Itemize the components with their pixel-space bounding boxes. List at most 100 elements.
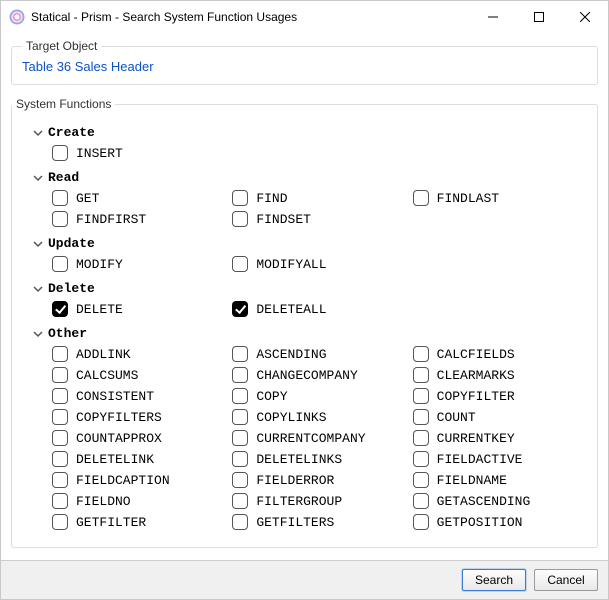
close-button[interactable] (562, 1, 608, 33)
checkbox[interactable] (52, 145, 68, 161)
function-item[interactable]: ASCENDING (232, 345, 402, 363)
function-item[interactable]: FINDSET (232, 210, 402, 228)
function-item[interactable]: MODIFYALL (232, 255, 402, 273)
function-label: CURRENTCOMPANY (256, 431, 365, 446)
function-label: GETASCENDING (437, 494, 531, 509)
checkbox[interactable] (232, 514, 248, 530)
function-item[interactable]: FIND (232, 189, 402, 207)
checkbox[interactable] (52, 388, 68, 404)
function-label: FIELDCAPTION (76, 473, 170, 488)
function-item[interactable]: GETFILTERS (232, 513, 402, 531)
checkbox[interactable] (52, 472, 68, 488)
checkbox[interactable] (413, 514, 429, 530)
function-item[interactable]: DELETELINK (52, 450, 222, 468)
function-item[interactable]: FIELDCAPTION (52, 471, 222, 489)
checkbox[interactable] (413, 493, 429, 509)
function-item[interactable]: CURRENTCOMPANY (232, 429, 402, 447)
category-header[interactable]: Update (32, 234, 583, 253)
checkbox[interactable] (52, 211, 68, 227)
function-item[interactable]: DELETE (52, 300, 222, 318)
target-object-link[interactable]: Table 36 Sales Header (22, 59, 154, 74)
function-item[interactable]: GETASCENDING (413, 492, 583, 510)
function-item[interactable]: FIELDNO (52, 492, 222, 510)
function-label: FINDLAST (437, 191, 499, 206)
checkbox[interactable] (232, 190, 248, 206)
checkbox[interactable] (232, 472, 248, 488)
function-item[interactable]: GET (52, 189, 222, 207)
function-item[interactable]: COUNT (413, 408, 583, 426)
checkbox[interactable] (52, 493, 68, 509)
checkbox[interactable] (232, 409, 248, 425)
function-item[interactable]: FIELDNAME (413, 471, 583, 489)
checkbox[interactable] (413, 451, 429, 467)
checkbox[interactable] (232, 256, 248, 272)
function-item[interactable]: CLEARMARKS (413, 366, 583, 384)
checkbox[interactable] (52, 514, 68, 530)
checkbox[interactable] (232, 346, 248, 362)
function-item[interactable]: FINDLAST (413, 189, 583, 207)
checkbox[interactable] (413, 409, 429, 425)
window-controls (470, 1, 608, 33)
function-item[interactable]: GETFILTER (52, 513, 222, 531)
function-item[interactable]: ADDLINK (52, 345, 222, 363)
category-create: Create INSERT (32, 123, 583, 166)
function-item[interactable]: CHANGECOMPANY (232, 366, 402, 384)
checkbox[interactable] (52, 367, 68, 383)
checkbox[interactable] (413, 472, 429, 488)
function-item[interactable]: COUNTAPPROX (52, 429, 222, 447)
function-label: GET (76, 191, 99, 206)
function-label: FIELDERROR (256, 473, 334, 488)
checkbox[interactable] (413, 346, 429, 362)
function-item[interactable]: DELETEALL (232, 300, 402, 318)
checkbox[interactable] (413, 430, 429, 446)
checkbox[interactable] (232, 388, 248, 404)
cancel-button[interactable]: Cancel (534, 569, 598, 591)
function-label: CONSISTENT (76, 389, 154, 404)
category-header[interactable]: Read (32, 168, 583, 187)
functions-scroll-area[interactable]: Create INSERT Read GET FIND FINDLAST FINDFIRST… (22, 117, 587, 537)
maximize-button[interactable] (516, 1, 562, 33)
checkbox[interactable] (52, 346, 68, 362)
checkbox[interactable] (52, 301, 68, 317)
function-label: FIELDNO (76, 494, 131, 509)
checkbox[interactable] (52, 256, 68, 272)
checkbox[interactable] (232, 451, 248, 467)
category-header[interactable]: Delete (32, 279, 583, 298)
function-item[interactable]: FIELDERROR (232, 471, 402, 489)
function-label: CHANGECOMPANY (256, 368, 357, 383)
function-item[interactable]: DELETELINKS (232, 450, 402, 468)
function-item[interactable]: GETPOSITION (413, 513, 583, 531)
function-item[interactable]: COPYLINKS (232, 408, 402, 426)
function-item[interactable]: INSERT (52, 144, 583, 162)
checkbox[interactable] (413, 367, 429, 383)
category-other: Other ADDLINK ASCENDING CALCFIELDS CALCSUMS C… (32, 324, 583, 535)
function-item[interactable]: COPYFILTER (413, 387, 583, 405)
checkbox[interactable] (413, 388, 429, 404)
function-item[interactable]: CALCSUMS (52, 366, 222, 384)
minimize-button[interactable] (470, 1, 516, 33)
function-item[interactable]: COPY (232, 387, 402, 405)
checkbox[interactable] (232, 430, 248, 446)
checkbox[interactable] (232, 367, 248, 383)
checkbox[interactable] (52, 430, 68, 446)
checkbox[interactable] (413, 190, 429, 206)
function-item[interactable]: MODIFY (52, 255, 222, 273)
checkbox[interactable] (52, 409, 68, 425)
function-item[interactable]: COPYFILTERS (52, 408, 222, 426)
function-item[interactable]: CURRENTKEY (413, 429, 583, 447)
function-item[interactable]: CONSISTENT (52, 387, 222, 405)
category-label: Read (48, 170, 79, 185)
function-item[interactable]: CALCFIELDS (413, 345, 583, 363)
function-item[interactable]: FILTERGROUP (232, 492, 402, 510)
checkbox[interactable] (52, 190, 68, 206)
function-label: MODIFYALL (256, 257, 326, 272)
category-header[interactable]: Other (32, 324, 583, 343)
checkbox[interactable] (52, 451, 68, 467)
checkbox[interactable] (232, 301, 248, 317)
checkbox[interactable] (232, 211, 248, 227)
checkbox[interactable] (232, 493, 248, 509)
search-button[interactable]: Search (462, 569, 526, 591)
category-header[interactable]: Create (32, 123, 583, 142)
function-item[interactable]: FIELDACTIVE (413, 450, 583, 468)
function-item[interactable]: FINDFIRST (52, 210, 222, 228)
